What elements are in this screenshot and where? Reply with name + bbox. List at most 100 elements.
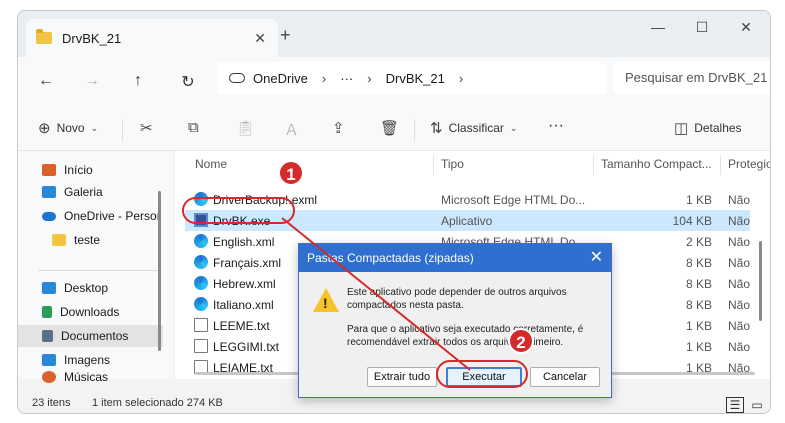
dialog-message-1: Este aplicativo pode depender de outros … xyxy=(347,287,567,311)
paste-button[interactable]: 📋︎ xyxy=(236,119,255,137)
file-name: LEGGIMI.txt xyxy=(213,340,280,354)
search-input[interactable]: Pesquisar em DrvBK_21 xyxy=(613,62,770,94)
column-header-protected[interactable]: Protegio xyxy=(728,157,770,171)
column-divider[interactable] xyxy=(593,155,594,175)
text-file-icon xyxy=(194,318,208,332)
maximize-button[interactable]: ☐ xyxy=(686,19,718,36)
sidebar-item-musicas[interactable]: Músicas xyxy=(18,370,163,384)
back-button[interactable]: ← xyxy=(34,72,58,90)
delete-button[interactable]: 🗑︎ xyxy=(380,119,399,137)
file-size: 1 KB xyxy=(685,193,712,207)
cut-button[interactable]: ✂ xyxy=(140,119,153,137)
vertical-scrollbar[interactable] xyxy=(759,241,762,321)
more-options-button[interactable]: ··· xyxy=(548,117,564,135)
folder-icon xyxy=(36,29,52,44)
file-size: 8 KB xyxy=(685,256,712,270)
sort-button[interactable]: ⇅ Classificar ⌄ xyxy=(430,119,517,137)
sidebar-scrollbar[interactable] xyxy=(158,191,161,351)
extract-all-button[interactable]: Extrair tudo xyxy=(367,367,437,387)
file-type: Microsoft Edge HTML Do... xyxy=(441,193,586,207)
navigation-pane: Início Galeria OneDrive - Persor teste D… xyxy=(18,151,173,384)
sidebar-item-label: Músicas xyxy=(64,370,109,384)
file-protected: Não xyxy=(728,319,751,333)
breadcrumb-more[interactable]: ··· xyxy=(340,71,353,86)
sidebar-item-onedrive[interactable]: OneDrive - Persor xyxy=(18,205,163,227)
file-protected: Não xyxy=(728,298,751,312)
desktop-icon xyxy=(42,282,56,294)
file-name: Français.xml xyxy=(213,256,282,270)
new-label: Novo xyxy=(56,121,85,135)
sort-label: Classificar xyxy=(448,121,504,135)
column-header-size[interactable]: Tamanho Compact... xyxy=(601,157,712,171)
up-button[interactable]: ↑ xyxy=(126,72,150,90)
dialog-close-icon[interactable]: ✕ xyxy=(590,244,603,272)
minimize-button[interactable]: — xyxy=(642,19,674,35)
close-window-button[interactable]: ✕ xyxy=(730,19,762,36)
tab-close-icon[interactable]: ✕ xyxy=(254,30,266,47)
text-file-icon xyxy=(194,339,208,353)
edge-icon xyxy=(194,255,208,269)
sidebar-item-downloads[interactable]: Downloads xyxy=(18,301,163,323)
new-button[interactable]: ⊕ Novo ⌄ xyxy=(38,119,98,137)
divider xyxy=(414,119,415,141)
annotation-badge-step1: 1 xyxy=(278,160,304,186)
file-protected: Não xyxy=(728,256,751,270)
item-count: 23 itens xyxy=(32,397,71,409)
edge-icon xyxy=(194,276,208,290)
sidebar-item-galeria[interactable]: Galeria xyxy=(18,181,163,203)
copy-button[interactable]: ⧉ xyxy=(188,119,199,136)
new-tab-button[interactable]: + xyxy=(280,25,291,46)
file-protected: Não xyxy=(728,235,751,249)
file-size: 1 KB xyxy=(685,319,712,333)
copy-icon: ⧉ xyxy=(188,119,199,136)
details-button[interactable]: ◫ Detalhes xyxy=(674,119,742,137)
file-size: 104 KB xyxy=(672,214,712,228)
column-header-type[interactable]: Tipo xyxy=(441,157,464,171)
tab-drvbk[interactable]: DrvBK_21 ✕ xyxy=(26,19,278,57)
share-icon: ⇪ xyxy=(332,120,345,137)
sidebar-item-label: Imagens xyxy=(64,353,111,367)
sidebar-item-desktop[interactable]: Desktop xyxy=(18,277,163,299)
sidebar-item-label: Desktop xyxy=(64,281,109,295)
refresh-button[interactable]: ↻ xyxy=(176,72,200,92)
rename-icon: Ａ xyxy=(284,122,300,139)
documents-icon xyxy=(42,330,53,342)
command-bar: ⊕ Novo ⌄ ✂ ⧉ 📋︎ Ａ ⇪ 🗑︎ ⇅ Classificar ⌄ ·… xyxy=(18,107,770,151)
sidebar-item-documentos[interactable]: Documentos xyxy=(18,325,163,347)
file-name: English.xml xyxy=(213,235,275,249)
cancel-button[interactable]: Cancelar xyxy=(530,367,600,387)
file-protected: Não xyxy=(728,214,751,228)
address-bar[interactable]: OneDrive › ··· › DrvBK_21 › xyxy=(217,62,607,94)
dialog-title-bar: Pastas Compactadas (zipadas) ✕ xyxy=(299,244,611,272)
sidebar-item-teste[interactable]: teste xyxy=(18,229,163,251)
column-divider[interactable] xyxy=(720,155,721,175)
file-size: 1 KB xyxy=(685,340,712,354)
sidebar-item-label: Início xyxy=(64,163,93,177)
file-name: Italiano.xml xyxy=(213,298,274,312)
divider xyxy=(122,119,123,141)
share-button[interactable]: ⇪ xyxy=(332,119,345,137)
sidebar-item-label: Documentos xyxy=(61,329,129,343)
tiles-view-icon[interactable]: ▭ xyxy=(748,397,766,413)
selection-info: 1 item selecionado 274 KB xyxy=(92,397,223,409)
forward-button[interactable]: → xyxy=(80,72,104,90)
cloud-icon xyxy=(229,73,245,83)
file-size: 2 KB xyxy=(685,235,712,249)
column-divider[interactable] xyxy=(433,155,434,175)
file-protected: Não xyxy=(728,340,751,354)
sidebar-item-label: OneDrive - Persor xyxy=(64,209,161,223)
sidebar-item-imagens[interactable]: Imagens xyxy=(18,349,163,371)
sidebar-item-inicio[interactable]: Início xyxy=(18,159,163,181)
download-icon xyxy=(42,306,52,318)
details-view-icon[interactable]: ☰ xyxy=(726,397,744,413)
chevron-right-icon: › xyxy=(367,70,372,86)
breadcrumb-onedrive[interactable]: OneDrive xyxy=(253,71,308,86)
warning-exclamation: ! xyxy=(323,295,328,311)
details-pane-icon: ◫ xyxy=(674,120,689,137)
breadcrumb-drvbk[interactable]: DrvBK_21 xyxy=(386,71,445,86)
file-size: 8 KB xyxy=(685,298,712,312)
column-header-name[interactable]: Nome xyxy=(195,157,227,171)
rename-button[interactable]: Ａ xyxy=(284,119,299,140)
chevron-right-icon: › xyxy=(321,70,327,86)
plus-circle-icon: ⊕ xyxy=(38,120,51,137)
